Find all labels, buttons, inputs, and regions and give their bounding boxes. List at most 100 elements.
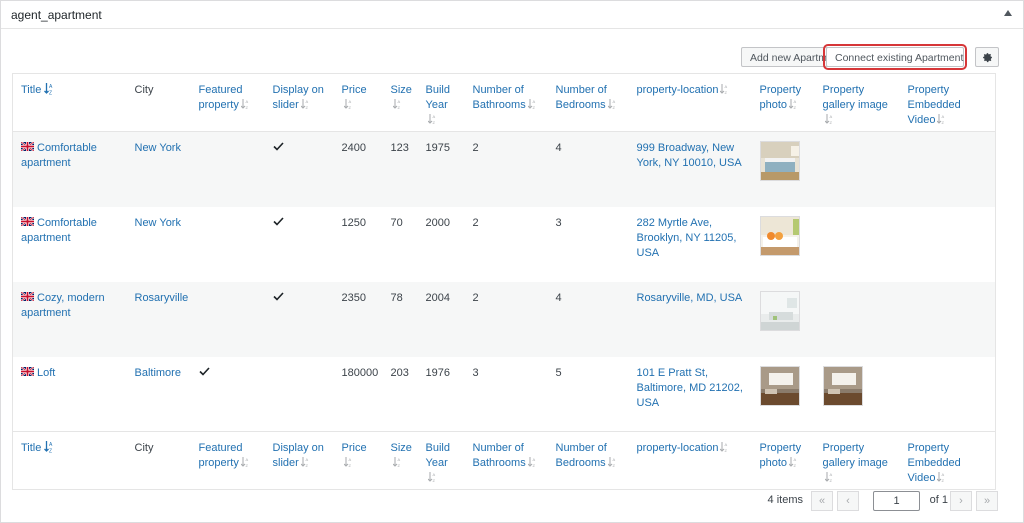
cell-display-on-slider [265,132,334,207]
city-link[interactable]: Rosaryville [135,292,189,304]
col-bedrooms[interactable]: Number of Bedrooms A Z [547,73,629,132]
location-link[interactable]: 282 Myrtle Ave, Brooklyn, NY 11205, USA [637,217,737,259]
svg-text:A: A [794,99,797,104]
svg-text:Z: Z [612,463,615,468]
col-property-gallery-image[interactable]: Property gallery image A Z [814,431,900,490]
col-bathrooms[interactable]: Number of Bathrooms A Z [464,73,548,132]
sort-icon: AZ [824,114,832,125]
table-footer: Title A Z City Featured property A Z Display on s… [12,431,996,490]
cell-size: 70 [390,216,403,229]
cell-property-location: 999 Broadway, New York, NY 10010, USA [629,132,752,207]
svg-text:A: A [397,457,400,462]
col-property-embedded-video[interactable]: Property Embedded Video A Z [899,73,996,132]
connect-existing-apartment-button[interactable]: Connect existing Apartment [823,44,967,70]
svg-text:Z: Z [532,463,535,468]
sort-icon: AZ [720,442,728,453]
cell-bedrooms: 5 [555,366,562,379]
sort-icon: AZ [240,99,248,110]
cell-build-year: 2004 [425,291,450,304]
col-title[interactable]: Title A Z [12,73,127,132]
property-photo-thumbnail[interactable] [759,365,800,406]
col-build-year[interactable]: Build Year A Z [417,73,465,132]
last-page-button[interactable]: » [976,491,998,511]
settings-button[interactable] [975,47,999,67]
cell-property-embedded-video [900,132,996,207]
cell-display-on-slider [265,207,334,282]
col-title[interactable]: Title A Z [12,431,127,490]
col-display-on-slider[interactable]: Display on slider A Z [264,431,334,490]
col-bathrooms[interactable]: Number of Bathrooms A Z [464,431,548,490]
col-build-year[interactable]: Build Year A Z [417,431,465,490]
location-link[interactable]: 999 Broadway, New York, NY 10010, USA [637,142,742,169]
cell-city: New York [127,207,191,282]
uk-flag-icon [21,142,34,151]
svg-text:Z: Z [829,478,832,483]
col-featured[interactable]: Featured property A Z [190,431,265,490]
location-link[interactable]: Rosaryville, MD, USA [637,292,743,304]
checkmark-icon [198,366,210,376]
table-row: Comfortable apartment New York 1250 70 2000 2 3… [13,207,996,282]
cell-build-year: 1975 [425,142,450,154]
cell-property-gallery-image [815,357,900,432]
col-price[interactable]: Price A Z [333,73,383,132]
col-size[interactable]: Size A Z [382,73,418,132]
svg-text:A: A [532,99,535,104]
cell-property-gallery-image [815,207,900,282]
col-display-on-slider[interactable]: Display on slider A Z [264,73,334,132]
col-featured[interactable]: Featured property A Z [190,73,265,132]
property-photo-thumbnail[interactable] [759,215,800,256]
col-property-gallery-image[interactable]: Property gallery image A Z [814,73,900,132]
svg-text:A: A [725,84,728,89]
svg-text:Z: Z [942,120,945,125]
sort-icon: AZ [392,457,400,468]
sort-active-icon: AZ [44,83,53,95]
svg-text:Z: Z [432,478,435,483]
sort-icon: AZ [300,457,308,468]
svg-text:A: A [829,472,832,477]
svg-text:A: A [532,457,535,462]
first-page-button[interactable]: « [811,491,833,511]
sort-icon: AZ [527,99,535,110]
cell-city: New York [127,132,191,207]
sort-active-icon: AZ [44,441,53,453]
sort-icon: AZ [607,457,615,468]
svg-text:A: A [829,114,832,119]
city-link[interactable]: Baltimore [135,367,181,379]
sort-icon: AZ [343,457,351,468]
col-property-location[interactable]: property-location A Z [628,73,752,132]
sort-icon: AZ [392,99,400,110]
current-page-input[interactable] [873,491,920,511]
col-price[interactable]: Price A Z [333,431,383,490]
col-size[interactable]: Size A Z [382,431,418,490]
cell-property-location: 101 E Pratt St, Baltimore, MD 21202, USA [629,357,752,432]
cell-city: Rosaryville [127,282,191,357]
col-bedrooms[interactable]: Number of Bedrooms A Z [547,431,629,490]
sort-icon: AZ [427,114,435,125]
triangle-up-icon[interactable] [1003,9,1015,19]
svg-text:Z: Z [794,463,797,468]
item-title-link[interactable]: Loft [37,367,55,379]
svg-text:Z: Z [829,120,832,125]
col-property-photo[interactable]: Property photo A Z [751,431,815,490]
col-property-embedded-video[interactable]: Property Embedded Video A Z [899,431,996,490]
property-photo-thumbnail[interactable] [759,141,800,181]
prev-page-button[interactable]: ‹ [837,491,859,511]
svg-text:Z: Z [305,105,308,110]
property-photo-thumbnail[interactable] [759,290,800,331]
uk-flag-icon [21,291,34,301]
svg-text:Z: Z [397,463,400,468]
cell-property-embedded-video [900,282,996,357]
cell-display-on-slider [265,357,334,432]
svg-text:A: A [942,472,945,477]
location-link[interactable]: 101 E Pratt St, Baltimore, MD 21202, USA [637,367,743,409]
col-property-photo[interactable]: Property photo A Z [751,73,815,132]
sort-icon: AZ [300,99,308,110]
city-link[interactable]: New York [135,142,181,154]
col-property-location[interactable]: property-location A Z [628,431,752,490]
property-photo-thumbnail[interactable] [822,365,863,406]
svg-text:A: A [794,457,797,462]
table-row: Cozy, modern apartment Rosaryville 2350 78 20… [12,281,996,357]
svg-text:A: A [612,99,615,104]
city-link[interactable]: New York [135,217,181,229]
next-page-button[interactable]: › [950,491,972,511]
